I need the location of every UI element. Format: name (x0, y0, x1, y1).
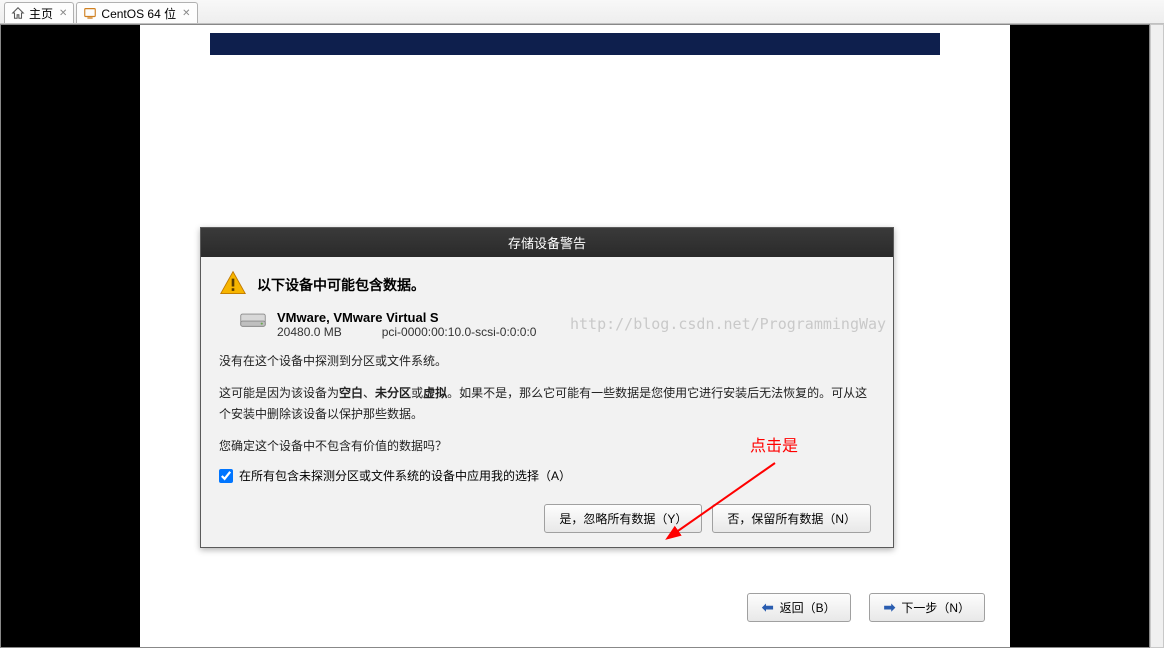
tab-home[interactable]: 主页 ✕ (4, 2, 74, 23)
no-keep-button[interactable]: 否，保留所有数据（N） (712, 504, 871, 533)
back-button[interactable]: ⬅ 返回（B） (747, 593, 851, 622)
tab-label: 主页 (29, 5, 53, 22)
tab-vm[interactable]: CentOS 64 位 ✕ (76, 2, 197, 23)
device-name: VMware, VMware Virtual S (277, 310, 536, 325)
device-size: 20480.0 MB (277, 325, 342, 339)
device-path: pci-0000:00:10.0-scsi-0:0:0:0 (382, 325, 537, 339)
vm-viewport: 存储设备警告 以下设备中可能包含数据。 (0, 24, 1150, 648)
warning-icon (219, 269, 247, 300)
scrollbar[interactable] (1150, 24, 1164, 648)
dialog-title: 存储设备警告 (201, 228, 893, 257)
dialog-paragraph-2: 这可能是因为该设备为空白、未分区或虚拟。如果不是，那么它可能有一些数据是您使用它… (219, 383, 875, 426)
dialog-paragraph-1: 没有在这个设备中探测到分区或文件系统。 (219, 351, 875, 373)
next-button[interactable]: ➡ 下一步（N） (869, 593, 985, 622)
installer-screen: 存储设备警告 以下设备中可能包含数据。 (140, 25, 1010, 647)
storage-warning-dialog: 存储设备警告 以下设备中可能包含数据。 (200, 227, 894, 548)
arrow-right-icon: ➡ (884, 599, 896, 616)
close-icon[interactable]: ✕ (182, 8, 190, 19)
apply-choice-checkbox[interactable] (219, 469, 233, 483)
checkbox-label: 在所有包含未探测分区或文件系统的设备中应用我的选择（A） (239, 467, 571, 484)
apply-choice-checkbox-row[interactable]: 在所有包含未探测分区或文件系统的设备中应用我的选择（A） (219, 467, 875, 484)
home-icon (11, 6, 25, 20)
tab-bar: 主页 ✕ CentOS 64 位 ✕ (0, 0, 1164, 24)
header-band (210, 33, 940, 55)
vm-icon (83, 6, 97, 20)
yes-discard-button[interactable]: 是，忽略所有数据（Y） (544, 504, 702, 533)
arrow-left-icon: ⬅ (762, 599, 774, 616)
tab-label: CentOS 64 位 (101, 5, 176, 22)
close-icon[interactable]: ✕ (59, 8, 67, 19)
dialog-paragraph-3: 您确定这个设备中不包含有价值的数据吗？ (219, 436, 875, 458)
disk-icon (239, 310, 267, 335)
dialog-body: 以下设备中可能包含数据。 VMware, VMware Virtual S (201, 257, 893, 547)
warning-heading: 以下设备中可能包含数据。 (257, 275, 425, 295)
nav-buttons: ⬅ 返回（B） ➡ 下一步（N） (747, 593, 985, 622)
